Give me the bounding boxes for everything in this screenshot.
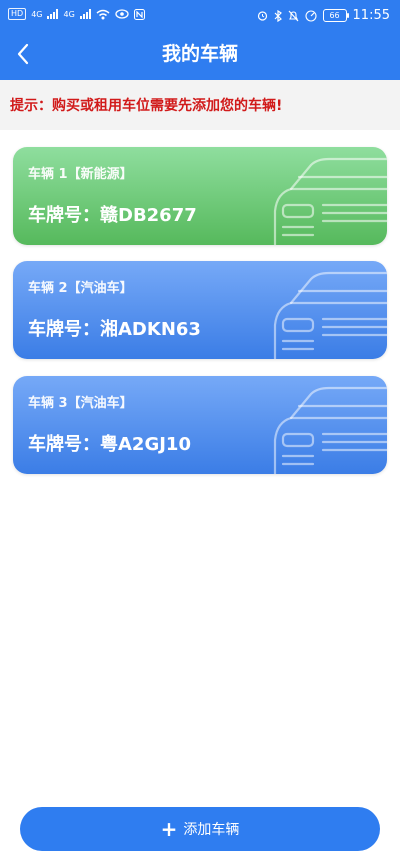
clock-time: 11:55 xyxy=(352,8,390,23)
vehicle-label: 车辆 3【汽油车】 xyxy=(28,396,133,411)
vehicle-label: 车辆 2【汽油车】 xyxy=(28,281,133,296)
add-vehicle-button[interactable]: + 添加车辆 xyxy=(20,807,380,851)
network-type-label: 4G xyxy=(31,9,43,19)
car-watermark-icon xyxy=(273,157,387,245)
car-watermark-icon xyxy=(273,386,387,474)
app-header: HD 4G 4G 66 11:55 我的车辆 xyxy=(0,0,400,80)
plus-icon: + xyxy=(160,817,178,841)
vehicle-card[interactable]: 车辆 1【新能源】 车牌号：赣DB2677 xyxy=(13,147,387,245)
vehicle-card[interactable]: 车辆 3【汽油车】 车牌号：粤A2GJ10 xyxy=(13,376,387,474)
mute-bell-icon xyxy=(288,10,298,21)
car-watermark-icon xyxy=(273,271,387,359)
vehicle-plate: 车牌号：赣DB2677 xyxy=(28,205,197,226)
wifi-icon xyxy=(96,9,110,19)
speedometer-icon xyxy=(304,9,317,22)
nfc-icon xyxy=(133,8,145,20)
add-vehicle-label: 添加车辆 xyxy=(183,822,240,838)
notice-text: 提示：购买或租用车位需要先添加您的车辆! xyxy=(10,98,283,114)
vehicle-card[interactable]: 车辆 2【汽油车】 车牌号：湘ADKN63 xyxy=(13,261,387,359)
hd-icon: HD xyxy=(8,8,27,20)
bluetooth-icon xyxy=(274,9,282,22)
notice-banner: 提示：购买或租用车位需要先添加您的车辆! xyxy=(0,80,400,130)
eye-icon xyxy=(115,9,129,19)
signal-icon xyxy=(47,9,59,19)
battery-icon: 66 xyxy=(322,9,349,22)
alarm-icon xyxy=(257,11,267,21)
page-title: 我的车辆 xyxy=(161,43,238,65)
vehicle-plate: 车牌号：粤A2GJ10 xyxy=(28,434,191,455)
vehicle-label: 车辆 1【新能源】 xyxy=(28,167,133,182)
vehicle-plate: 车牌号：湘ADKN63 xyxy=(28,319,201,340)
signal-icon-2 xyxy=(79,9,91,19)
status-bar: HD 4G 4G 66 11:55 xyxy=(0,0,400,30)
network-type-label-2: 4G xyxy=(63,9,75,19)
